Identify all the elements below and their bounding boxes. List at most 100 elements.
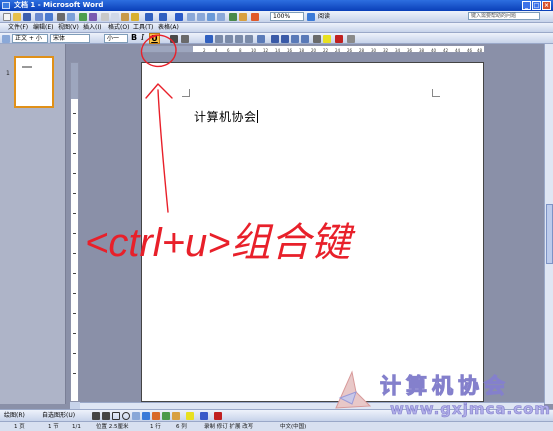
menu-edit[interactable]: 编辑(E) [33, 24, 53, 32]
copy-icon[interactable] [111, 13, 119, 21]
document-page[interactable]: 计算机协会 [141, 62, 484, 402]
textbox-icon[interactable] [132, 412, 140, 420]
justify-icon[interactable] [235, 35, 243, 43]
ruler-tick: 40 [431, 48, 437, 53]
autoshapes-button[interactable]: 自选图形(U) [42, 412, 75, 420]
ruler-tick-mark [73, 373, 76, 374]
redo-icon[interactable] [159, 13, 167, 21]
insert-table-icon[interactable] [197, 13, 205, 21]
phonetic-guide-icon[interactable] [347, 35, 355, 43]
line-icon[interactable] [92, 412, 100, 420]
vertical-scroll-thumb[interactable] [546, 204, 553, 264]
word-app-icon[interactable] [2, 2, 10, 9]
maximize-icon[interactable]: □ [532, 1, 541, 10]
menu-insert[interactable]: 插入(I) [83, 24, 101, 32]
spelling-icon[interactable] [79, 13, 87, 21]
wordart-icon[interactable] [142, 412, 150, 420]
zoom-select[interactable]: 100% [270, 12, 304, 21]
diagram-icon[interactable] [152, 412, 160, 420]
show-hide-icon[interactable] [251, 13, 259, 21]
drawing-icon[interactable] [229, 13, 237, 21]
bold-button[interactable]: B [131, 34, 139, 42]
line-spacing-icon[interactable] [257, 35, 265, 43]
page-thumbnail[interactable] [14, 56, 54, 108]
watermark-title: 计算机协会 [380, 374, 510, 399]
text-cursor [256, 110, 258, 123]
watermark-logo-icon [335, 370, 372, 409]
hyperlink-icon[interactable] [175, 13, 183, 21]
document-map-icon[interactable] [239, 13, 247, 21]
font-size-select[interactable]: 小一 [104, 34, 128, 43]
align-center-icon[interactable] [215, 35, 223, 43]
document-body-text[interactable]: 计算机协会 [194, 108, 258, 125]
paste-icon[interactable] [121, 13, 129, 21]
ruler-tick: 36 [407, 48, 413, 53]
draw-menu-button[interactable]: 绘图(R) [4, 412, 25, 420]
arrow-icon[interactable] [102, 412, 110, 420]
close-icon[interactable]: × [542, 1, 551, 10]
distributed-icon[interactable] [245, 35, 253, 43]
undo-icon[interactable] [145, 13, 153, 21]
columns-icon[interactable] [217, 13, 225, 21]
decrease-indent-icon[interactable] [291, 35, 299, 43]
increase-indent-icon[interactable] [301, 35, 309, 43]
format-painter-icon[interactable] [131, 13, 139, 21]
research-icon[interactable] [89, 13, 97, 21]
align-right-icon[interactable] [225, 35, 233, 43]
ruler-margin-left [141, 46, 193, 52]
read-button[interactable]: 阅读 [318, 12, 330, 21]
menu-view[interactable]: 视图(V) [58, 24, 79, 32]
line-color-icon[interactable] [200, 412, 208, 420]
ruler-tick: 16 [287, 48, 293, 53]
underline-button[interactable]: U [149, 33, 160, 44]
numbering-icon[interactable] [271, 35, 279, 43]
ruler-tick: 24 [335, 48, 341, 53]
bullets-icon[interactable] [281, 35, 289, 43]
vertical-ruler[interactable] [70, 62, 79, 402]
new-document-icon[interactable] [3, 13, 11, 21]
insert-excel-icon[interactable] [207, 13, 215, 21]
menu-tools[interactable]: 工具(T) [133, 24, 153, 32]
cut-icon[interactable] [101, 13, 109, 21]
vertical-scrollbar[interactable] [544, 44, 553, 404]
styles-pane-icon[interactable] [2, 35, 10, 43]
font-color-icon[interactable] [335, 35, 343, 43]
ruler-tick-mark [73, 233, 76, 234]
style-select[interactable]: 正文 + 小一 [12, 34, 48, 50]
help-icon[interactable] [307, 13, 315, 21]
view-buttons[interactable] [70, 402, 80, 409]
tables-borders-icon[interactable] [187, 13, 195, 21]
horizontal-ruler[interactable]: 2 4 6 8 10 12 14 16 18 20 22 24 26 28 30… [140, 45, 485, 53]
align-left-icon[interactable] [205, 35, 213, 43]
site-watermark: 计算机协会 www.gxjmca.com [330, 366, 550, 426]
menu-format[interactable]: 格式(O) [108, 24, 129, 32]
print-icon[interactable] [57, 13, 65, 21]
oval-icon[interactable] [122, 412, 130, 420]
email-icon[interactable] [45, 13, 53, 21]
permission-icon[interactable] [35, 13, 43, 21]
ruler-tick-mark [73, 273, 76, 274]
outside-border-icon[interactable] [313, 35, 321, 43]
ruler-tick: 42 [443, 48, 449, 53]
draw-font-color-icon[interactable] [214, 412, 222, 420]
ruler-tick-mark [73, 173, 76, 174]
menu-file[interactable]: 文件(F) [8, 24, 28, 32]
highlight-icon[interactable] [323, 35, 331, 43]
print-preview-icon[interactable] [67, 13, 75, 21]
char-scale-icon[interactable] [181, 35, 189, 43]
ruler-tick-mark [73, 353, 76, 354]
font-select[interactable]: 宋体 [50, 34, 90, 43]
open-folder-icon[interactable] [13, 13, 21, 21]
help-search-input[interactable]: 键入需要帮助的问题 [468, 12, 540, 20]
save-icon[interactable] [23, 13, 31, 21]
minimize-icon[interactable]: _ [522, 1, 531, 10]
rectangle-icon[interactable] [112, 412, 120, 420]
picture-icon[interactable] [172, 412, 180, 420]
help-placeholder: 键入需要帮助的问题 [471, 13, 517, 19]
clipart-icon[interactable] [162, 412, 170, 420]
status-language: 中文(中国) [280, 424, 307, 430]
menu-table[interactable]: 表格(A) [158, 24, 179, 32]
char-border-icon[interactable] [170, 35, 178, 43]
italic-button[interactable]: I [141, 34, 149, 42]
fill-color-icon[interactable] [186, 412, 194, 420]
